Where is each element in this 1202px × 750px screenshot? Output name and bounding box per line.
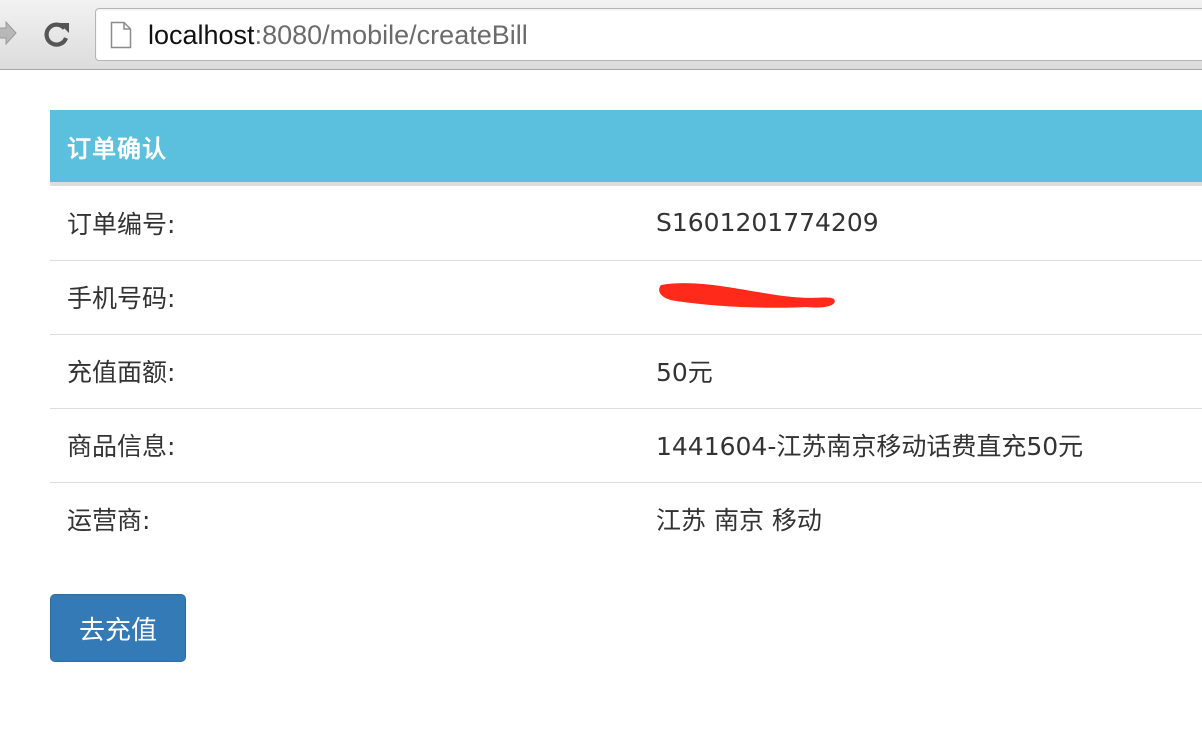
recharge-amount-label: 充值面额: — [50, 333, 656, 408]
order-info-table: 订单编号: S1601201774209 手机号码: 充值面额: 50元 商品信… — [50, 186, 1202, 556]
browser-toolbar: localhost:8080/mobile/createBill — [0, 0, 1202, 70]
order-confirm-panel: 订单确认 订单编号: S1601201774209 手机号码: 充值面额: 50… — [50, 110, 1202, 556]
recharge-amount-row: 充值面额: 50元 — [50, 333, 1202, 408]
product-info-label: 商品信息: — [50, 407, 656, 482]
panel-title: 订单确认 — [67, 134, 167, 163]
order-number-value: S1601201774209 — [656, 208, 879, 238]
phone-number-value — [656, 259, 1202, 334]
product-info-row: 商品信息: 1441604-江苏南京移动话费直充50元 — [50, 407, 1202, 482]
product-info-value: 1441604-江苏南京移动话费直充50元 — [656, 407, 1202, 482]
order-number-label: 订单编号: — [67, 209, 176, 239]
forward-arrow-icon[interactable] — [0, 18, 20, 48]
panel-heading: 订单确认 — [50, 110, 1202, 186]
order-number-row: 订单编号: S1601201774209 — [50, 186, 1202, 260]
url-path: :8080/mobile/createBill — [254, 20, 528, 50]
phone-number-label: 手机号码: — [50, 259, 656, 334]
carrier-label: 运营商: — [50, 481, 656, 556]
phone-number-row: 手机号码: — [50, 259, 1202, 334]
url-text[interactable]: localhost:8080/mobile/createBill — [148, 20, 528, 50]
address-bar[interactable]: localhost:8080/mobile/createBill — [95, 8, 1202, 61]
url-host: localhost — [148, 20, 255, 50]
recharge-amount-value: 50元 — [656, 333, 1202, 408]
go-recharge-button[interactable]: 去充值 — [50, 594, 186, 662]
reload-icon[interactable] — [40, 17, 74, 51]
carrier-value: 江苏 南京 移动 — [656, 481, 1202, 556]
carrier-row: 运营商: 江苏 南京 移动 — [50, 481, 1202, 556]
redaction-mark — [656, 277, 841, 317]
page-icon — [110, 21, 132, 49]
